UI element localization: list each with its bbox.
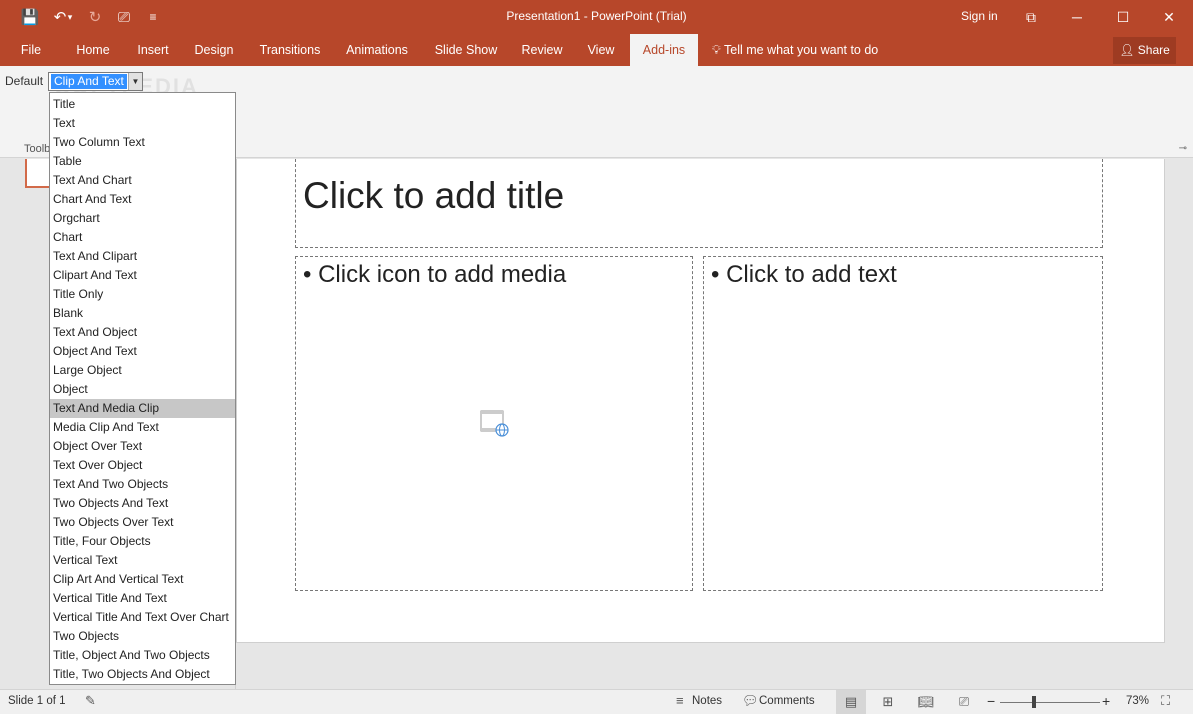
tab-transitions[interactable]: Transitions xyxy=(252,34,328,66)
reading-view-icon[interactable]: 📖︎ xyxy=(911,690,941,714)
title-placeholder-text: Click to add title xyxy=(303,175,565,216)
default-label: Default xyxy=(5,74,44,88)
layout-option[interactable]: Text And Clipart xyxy=(50,247,235,266)
layout-option[interactable]: Vertical Text xyxy=(50,551,235,570)
layout-option[interactable]: Title, Object And Two Objects xyxy=(50,646,235,665)
layout-option[interactable]: Text Over Object xyxy=(50,456,235,475)
layout-option[interactable]: Title Only xyxy=(50,285,235,304)
ribbon-group-label: Toolb xyxy=(24,143,51,155)
title-placeholder[interactable]: Click to add title xyxy=(295,159,1103,248)
slide-show-icon[interactable]: ⎚ xyxy=(949,690,979,714)
notes-button[interactable]: Notes xyxy=(692,695,722,707)
layout-option[interactable]: Two Objects xyxy=(50,627,235,646)
slide-canvas: Click to add title • Click icon to add m… xyxy=(236,159,1165,643)
text-placeholder[interactable]: • Click to add text xyxy=(703,256,1103,591)
tab-animations[interactable]: Animations xyxy=(337,34,417,66)
insert-video-icon[interactable] xyxy=(480,410,512,438)
zoom-slider[interactable] xyxy=(1000,702,1100,703)
layout-option[interactable]: Text And Object xyxy=(50,323,235,342)
share-button[interactable]: 👤︎ Share xyxy=(1113,37,1176,64)
comments-button[interactable]: Comments xyxy=(759,695,815,707)
layout-option[interactable]: Orgchart xyxy=(50,209,235,228)
comments-icon[interactable]: 💬︎ xyxy=(742,693,759,709)
layout-dropdown-list: Title Text Two Column Text Table Text And Ch… xyxy=(49,92,236,685)
media-placeholder[interactable]: • Click icon to add media xyxy=(295,256,693,591)
ribbon-tabs: File Home Insert Design Transitions Anim… xyxy=(0,34,1193,66)
layout-option[interactable]: Vertical Title And Text xyxy=(50,589,235,608)
minimize-icon[interactable]: ─ xyxy=(1054,0,1100,34)
layout-option[interactable]: Title xyxy=(50,95,235,114)
maximize-icon[interactable]: ☐ xyxy=(1100,0,1146,34)
status-bar: Slide 1 of 1 ✎ ≡ Notes 💬︎ Comments ▤ ⊞ 📖… xyxy=(0,689,1193,714)
layout-option[interactable]: Two Objects Over Text xyxy=(50,513,235,532)
zoom-slider-thumb[interactable] xyxy=(1032,696,1036,708)
layout-option[interactable]: Two Column Text xyxy=(50,133,235,152)
layout-option[interactable]: Title, Two Objects And Object xyxy=(50,665,235,684)
slide-sorter-icon[interactable]: ⊞ xyxy=(873,690,903,714)
layout-select[interactable]: Clip And Text ▼ xyxy=(48,72,143,91)
tab-view[interactable]: View xyxy=(580,34,622,66)
zoom-out-icon[interactable]: − xyxy=(987,693,995,709)
tab-insert[interactable]: Insert xyxy=(128,34,178,66)
slide-counter: Slide 1 of 1 xyxy=(8,695,66,707)
layout-option[interactable]: Two Objects And Text xyxy=(50,494,235,513)
chevron-down-icon[interactable]: ▼ xyxy=(128,73,142,90)
layout-option[interactable]: Text And Chart xyxy=(50,171,235,190)
layout-option[interactable]: Large Object xyxy=(50,361,235,380)
layout-option[interactable]: Object xyxy=(50,380,235,399)
sign-in-link[interactable]: Sign in xyxy=(961,9,998,23)
zoom-level[interactable]: 73% xyxy=(1126,695,1149,707)
layout-option[interactable]: Clip Art And Vertical Text xyxy=(50,570,235,589)
layout-option[interactable]: Media Clip And Text xyxy=(50,418,235,437)
share-label: Share xyxy=(1137,43,1170,57)
layout-option[interactable]: Clipart And Text xyxy=(50,266,235,285)
fit-to-window-icon[interactable]: ⛶ xyxy=(1161,693,1170,709)
person-icon: 👤︎ xyxy=(1119,43,1135,57)
layout-option[interactable]: Text And Two Objects xyxy=(50,475,235,494)
tell-me-label: Tell me what you want to do xyxy=(724,43,879,57)
normal-view-icon[interactable]: ▤ xyxy=(836,690,866,714)
lightbulb-icon: 💡︎ xyxy=(712,43,721,57)
zoom-in-icon[interactable]: + xyxy=(1102,693,1110,709)
layout-select-value: Clip And Text xyxy=(51,74,127,89)
layout-option[interactable]: Table xyxy=(50,152,235,171)
tab-home[interactable]: Home xyxy=(67,34,119,66)
layout-option[interactable]: Blank xyxy=(50,304,235,323)
layout-option[interactable]: Object Over Text xyxy=(50,437,235,456)
pin-ribbon-icon[interactable]: ⊸ xyxy=(1179,143,1187,154)
notes-icon[interactable]: ≡ xyxy=(676,693,684,708)
tab-add-ins[interactable]: Add-ins xyxy=(630,34,698,66)
tab-file[interactable]: File xyxy=(12,34,50,66)
ribbon-display-options-icon[interactable]: ⧉ xyxy=(1008,0,1054,34)
tab-review[interactable]: Review xyxy=(514,34,570,66)
tab-slide-show[interactable]: Slide Show xyxy=(428,34,504,66)
layout-option[interactable]: Vertical Title And Text Over Chart xyxy=(50,608,235,627)
title-bar: 💾 ↶ ▾ ↻ ⎚ ≡ Presentation1 - PowerPoint (… xyxy=(0,0,1193,34)
layout-option[interactable]: Object And Text xyxy=(50,342,235,361)
spelling-check-icon[interactable]: ✎ xyxy=(85,693,96,709)
layout-option[interactable]: Text xyxy=(50,114,235,133)
tab-design[interactable]: Design xyxy=(186,34,242,66)
text-placeholder-text: • Click to add text xyxy=(711,261,897,288)
layout-option[interactable]: Chart xyxy=(50,228,235,247)
tell-me-search[interactable]: 💡︎ Tell me what you want to do xyxy=(712,34,878,66)
layout-option[interactable]: Text And Media Clip xyxy=(50,399,235,418)
layout-option[interactable]: Title, Four Objects xyxy=(50,532,235,551)
close-icon[interactable]: ✕ xyxy=(1146,0,1192,34)
layout-option[interactable]: Chart And Text xyxy=(50,190,235,209)
media-placeholder-text: • Click icon to add media xyxy=(303,261,567,288)
